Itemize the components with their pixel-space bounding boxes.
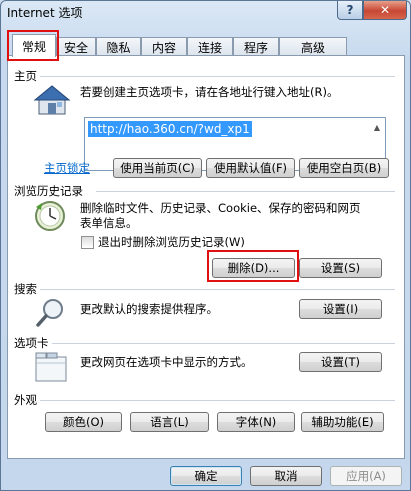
magnifier-icon (36, 299, 63, 327)
divider (52, 343, 395, 344)
home-page-group-title: 主页 (14, 69, 37, 83)
divider (40, 76, 395, 77)
divider (40, 289, 395, 290)
accessibility-button[interactable]: 辅助功能(E) (301, 412, 384, 432)
tab-programs[interactable]: 程序 (233, 37, 279, 56)
history-group-title: 浏览历史记录 (14, 184, 83, 198)
appearance-group-title: 外观 (14, 393, 37, 407)
cancel-button[interactable]: 取消 (250, 466, 322, 486)
divider (40, 400, 395, 401)
tabs-description: 更改网页在选项卡中显示的方式。 (80, 355, 253, 369)
delete-on-exit-checkbox[interactable] (81, 236, 94, 249)
history-description-line2: 表单信息。 (80, 216, 138, 230)
house-icon (33, 85, 71, 115)
window-title: Internet 选项 (7, 6, 83, 20)
fonts-button[interactable]: 字体(N) (217, 412, 295, 432)
tab-security[interactable]: 安全 (56, 37, 96, 56)
ok-button[interactable]: 确定 (170, 466, 242, 486)
tabs-settings-button[interactable]: 设置(T) (299, 352, 382, 372)
search-group-title: 搜索 (14, 282, 37, 296)
home-page-url-text: http://hao.360.cn/?wd_xp1 (88, 121, 252, 137)
history-settings-button[interactable]: 设置(S) (299, 258, 382, 278)
delete-history-button[interactable]: 删除(D)... (212, 258, 295, 278)
history-clock-icon (35, 201, 65, 231)
home-page-description: 若要创建主页选项卡，请在各地址行键入地址(R)。 (80, 85, 339, 99)
tab-privacy[interactable]: 隐私 (96, 37, 141, 56)
use-current-button[interactable]: 使用当前页(C) (113, 158, 202, 178)
apply-button[interactable]: 应用(A) (330, 466, 402, 486)
close-button[interactable]: ✕ (363, 1, 407, 20)
tab-advanced[interactable]: 高级 (279, 37, 347, 56)
use-default-button[interactable]: 使用默认值(F) (206, 158, 295, 178)
general-panel: 主页 若要创建主页选项卡，请在各地址行键入地址(R)。 http://hao.3… (7, 55, 405, 459)
tab-content[interactable]: 内容 (141, 37, 187, 56)
search-description: 更改默认的搜索提供程序。 (80, 302, 218, 316)
search-settings-button[interactable]: 设置(I) (299, 299, 382, 319)
tab-connections[interactable]: 连接 (187, 37, 233, 56)
delete-on-exit-label: 退出时删除浏览历史记录(W) (98, 235, 245, 249)
title-bar: Internet 选项 ? ✕ (1, 1, 410, 23)
use-blank-button[interactable]: 使用空白页(B) (299, 158, 389, 178)
tabbed-window-icon (35, 352, 67, 382)
tab-general[interactable]: 常规 (12, 34, 56, 57)
help-button[interactable]: ? (337, 1, 363, 20)
languages-button[interactable]: 语言(L) (130, 412, 209, 432)
divider (96, 191, 395, 192)
internet-options-dialog: Internet 选项 ? ✕ 常规 安全 隐私 内容 连接 程序 高级 主页 … (0, 0, 411, 491)
tabs-group-title: 选项卡 (14, 336, 49, 350)
history-description-line1: 删除临时文件、历史记录、Cookie、保存的密码和网页 (80, 201, 361, 215)
scroll-up-icon[interactable]: ▲ (370, 119, 384, 135)
colors-button[interactable]: 颜色(O) (45, 412, 122, 432)
home-page-lock-link[interactable]: 主页锁定 (44, 160, 90, 176)
